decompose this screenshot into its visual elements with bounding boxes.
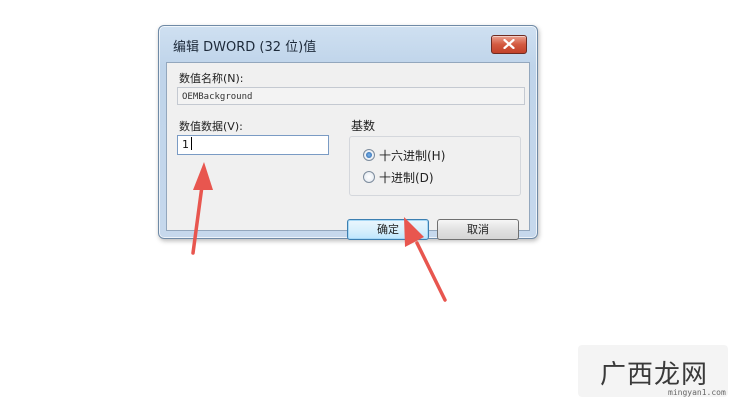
dialog-body: 数值名称(N): OEMBackground 数值数据(V): 1 基数 十六进… — [166, 62, 530, 240]
watermark-text: 广西龙网 — [600, 360, 709, 390]
value-data-input[interactable]: 1 — [177, 135, 329, 155]
dialog-title: 编辑 DWORD (32 位)值 — [173, 40, 317, 55]
cancel-button[interactable]: 取消 — [437, 219, 519, 240]
value-name-label: 数值名称(N): — [179, 72, 244, 85]
radio-hex-icon[interactable] — [363, 149, 375, 161]
close-button[interactable] — [491, 35, 527, 54]
value-data-label: 数值数据(V): — [179, 120, 243, 133]
ok-button[interactable]: 确定 — [347, 219, 429, 240]
value-data-text: 1 — [182, 138, 189, 151]
base-group-label: 基数 — [351, 119, 376, 133]
radio-hex-label: 十六进制(H) — [379, 149, 446, 163]
text-caret — [191, 137, 192, 150]
base-group-box — [349, 136, 521, 196]
radio-decimal-label: 十进制(D) — [379, 171, 434, 185]
edit-dword-dialog: 编辑 DWORD (32 位)值 数值名称(N): OEMBackground … — [158, 25, 538, 240]
dialog-titlebar[interactable]: 编辑 DWORD (32 位)值 — [159, 26, 537, 62]
close-icon — [503, 39, 515, 49]
value-name-field: OEMBackground — [177, 87, 525, 105]
watermark-url: mingyan1.com — [668, 388, 726, 397]
radio-decimal-icon[interactable] — [363, 171, 375, 183]
